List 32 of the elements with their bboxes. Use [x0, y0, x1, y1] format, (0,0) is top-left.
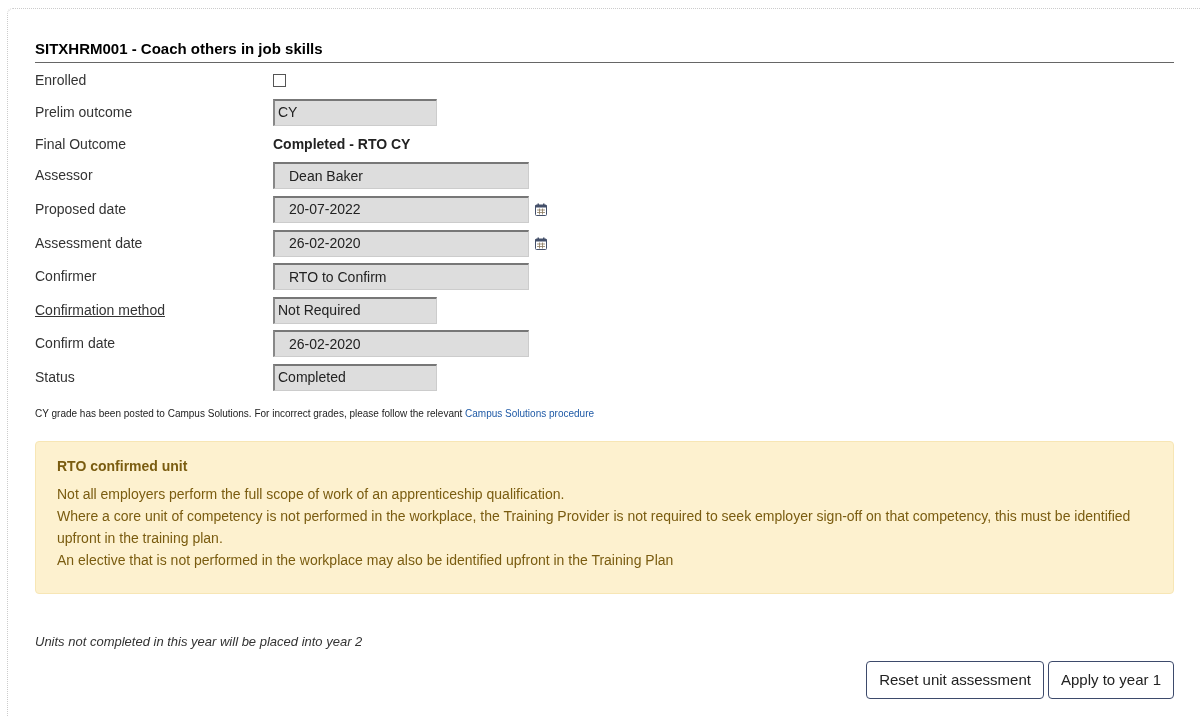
field-label: Assessor [35, 166, 93, 186]
input-field[interactable]: Not Required [273, 296, 437, 324]
enrolled-checkbox[interactable] [273, 74, 286, 87]
field-label: Assessment date [35, 233, 143, 253]
alert-title: RTO confirmed unit [57, 457, 189, 477]
field-label: Status [35, 367, 75, 387]
calendar-icon[interactable] [535, 236, 547, 250]
input-field[interactable]: RTO to Confirm [273, 263, 529, 291]
calendar-icon[interactable] [535, 203, 547, 216]
date-field[interactable]: 20-07-2022 [273, 196, 529, 223]
alert-text: Where a core unit of competency is not performed in the workplace, the Training Provider is not required to seek employer sign-off on that competency, this must be identified upfront in the training plan. [57, 507, 1132, 549]
field-label-link[interactable]: Confirmation method [35, 299, 165, 321]
alert-text: Not all employers perform the full scope of work of an apprenticeship qualification. [57, 485, 566, 505]
input-field[interactable]: Completed [273, 363, 437, 391]
field-label: Proposed date [35, 200, 127, 219]
action-button[interactable]: Reset unit assessment [866, 660, 1044, 699]
alert-text: An elective that is not performed in the workplace may also be identified upfront in the Training Plan [57, 551, 675, 571]
field-label: Confirm date [35, 334, 116, 354]
field-label: Prelim outcome [35, 102, 133, 122]
field-label: Enrolled [35, 71, 87, 90]
input-field[interactable]: Dean Baker [273, 162, 529, 190]
action-button[interactable]: Apply to year 1 [1047, 660, 1174, 699]
outcome-value: Completed - RTO CY [273, 134, 411, 154]
grade-note: CY grade has been posted to Campus Solutions. For incorrect grades, please follow the relevant Campus Solutions procedure [35, 407, 596, 422]
field-label: Confirmer [35, 267, 97, 287]
field-label: Final Outcome [35, 134, 127, 154]
unit-title: SITXHRM001 - Coach others in job skills [35, 38, 1174, 63]
footer-note: Units not completed in this year will be placed into year 2 [35, 633, 364, 652]
input-field[interactable]: 26-02-2020 [273, 330, 529, 358]
procedure-link[interactable]: Campus Solutions procedure [465, 408, 595, 420]
date-field[interactable]: 26-02-2020 [273, 229, 529, 257]
input-field[interactable]: CY [273, 98, 437, 126]
